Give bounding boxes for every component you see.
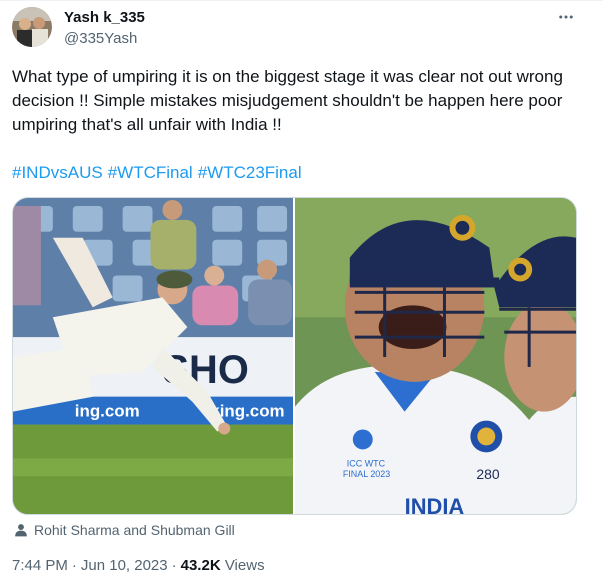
photo-fielder-dive[interactable]: SHO US ing.com king.com — [13, 198, 295, 514]
person-tag-icon — [15, 524, 27, 537]
avatar[interactable] — [12, 7, 52, 47]
hashtag-row: #INDvsAUS #WTCFinal #WTC23Final — [12, 161, 307, 185]
tweet-meta: 7:44 PM · Jun 10, 2023 · 43.2K Views — [12, 557, 265, 574]
board-text-1: ing.com — [75, 402, 140, 421]
tagged-people-label: Rohit Sharma and Shubman Gill — [34, 522, 235, 538]
tweet-card: Yash k_335 @335Yash What type of umpirin… — [0, 0, 603, 574]
jersey-text-2: FINAL 2023 — [343, 469, 390, 479]
avatar-image — [12, 7, 52, 47]
photo-players-image: ICC WTC FINAL 2023 280 INDIA — [295, 198, 576, 514]
jersey-text-1: ICC WTC — [347, 458, 386, 468]
meta-separator: · — [171, 557, 177, 574]
hashtag-link[interactable]: #INDvsAUS — [12, 163, 103, 182]
tweet-time[interactable]: 7:44 PM — [12, 557, 68, 574]
hashtag-link[interactable]: #WTC23Final — [198, 163, 302, 182]
views-count: 43.2K — [180, 557, 221, 574]
jersey-number: 280 — [476, 466, 500, 482]
views-label: Views — [224, 557, 265, 574]
author-handle[interactable]: @335Yash — [64, 30, 137, 47]
tweet-text-content: What type of umpiring it is on the bigge… — [12, 67, 573, 134]
tweet-text: What type of umpiring it is on the bigge… — [12, 65, 587, 137]
photo-fielder-image: SHO US ing.com king.com — [13, 198, 293, 514]
more-dots-icon — [559, 15, 573, 19]
tagged-people[interactable]: Rohit Sharma and Shubman Gill — [14, 522, 235, 538]
jersey-text-india: INDIA — [405, 494, 465, 514]
tweet-date[interactable]: Jun 10, 2023 — [81, 557, 168, 574]
media-grid: SHO US ing.com king.com — [12, 197, 577, 515]
hashtag-link[interactable]: #WTCFinal — [108, 163, 193, 182]
author-display-name[interactable]: Yash k_335 — [64, 9, 145, 26]
meta-separator: · — [71, 557, 77, 574]
photo-players-closeup[interactable]: ICC WTC FINAL 2023 280 INDIA — [295, 198, 576, 514]
more-options-button[interactable] — [555, 7, 577, 27]
